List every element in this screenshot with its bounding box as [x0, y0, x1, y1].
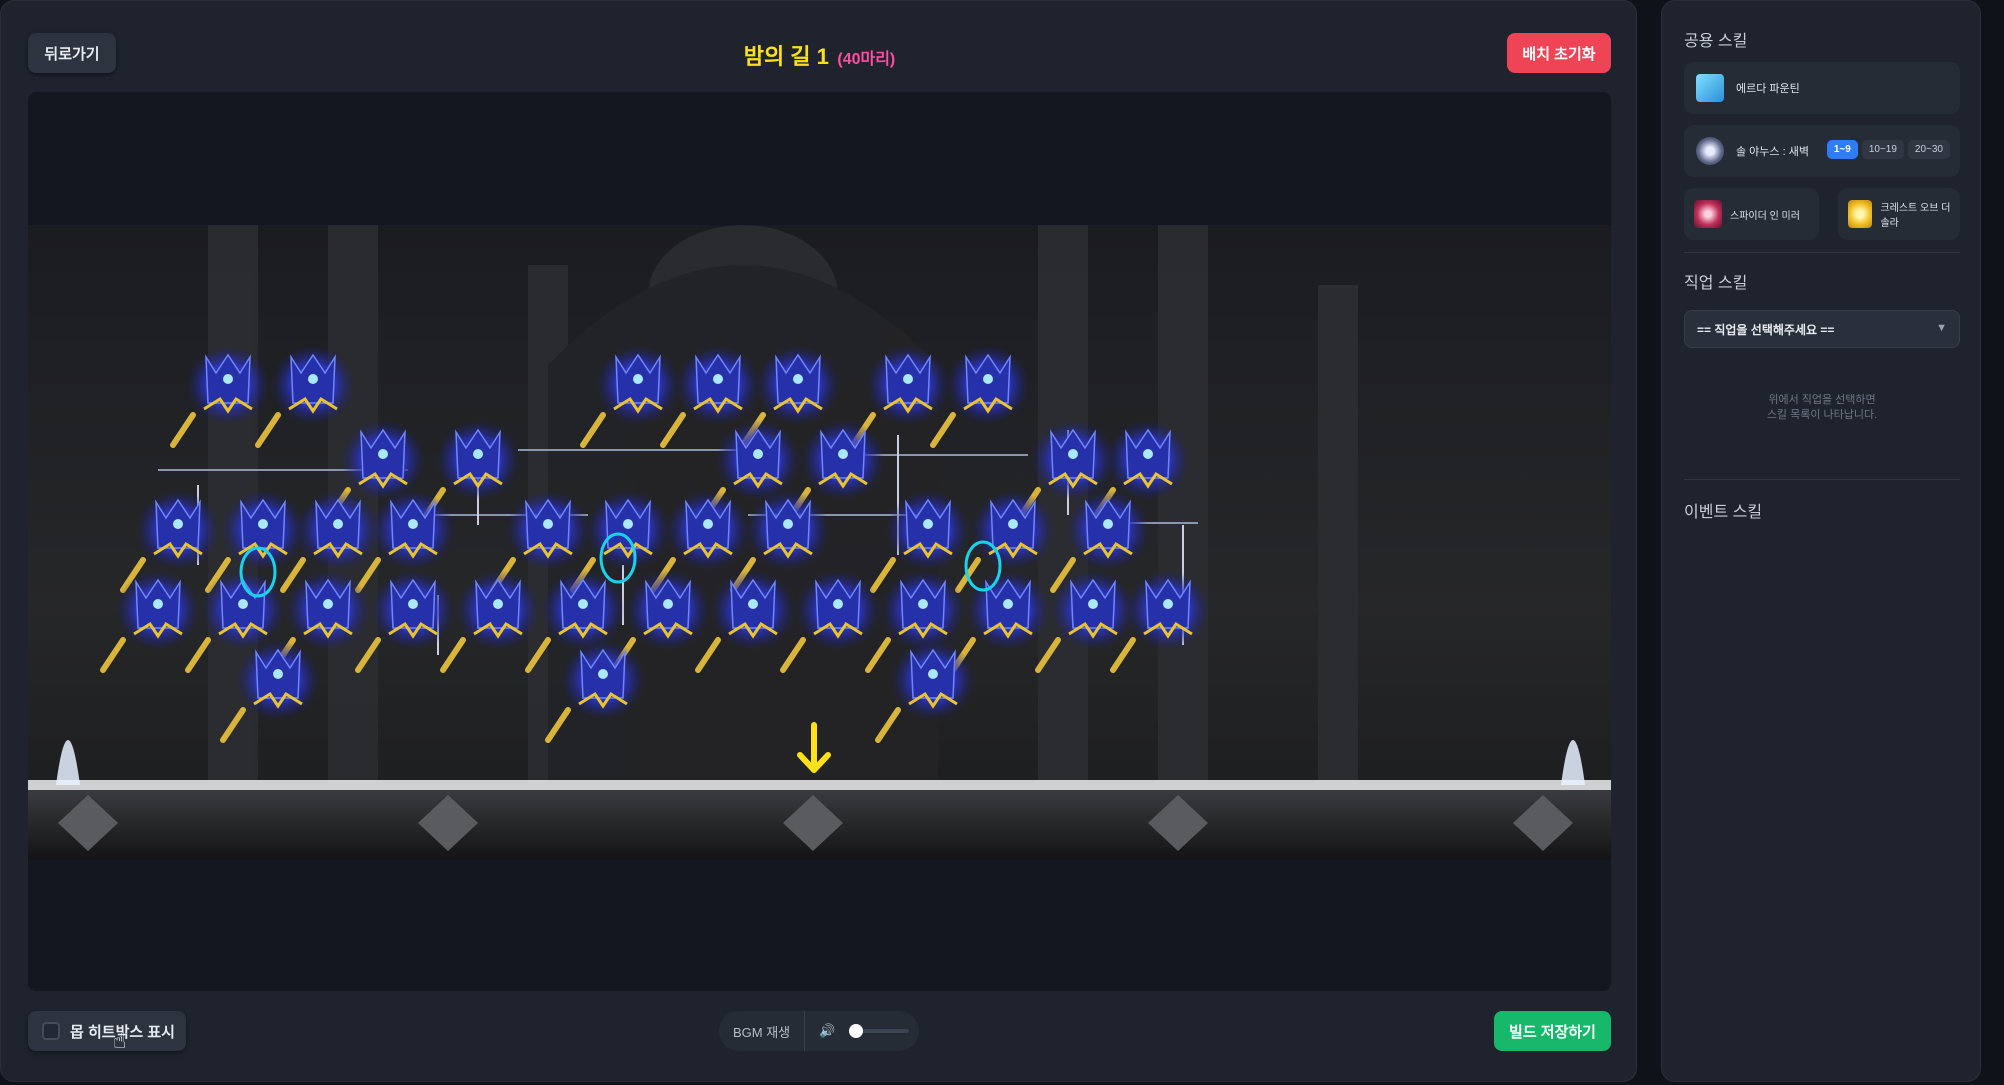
mob-sprite[interactable]: [100, 570, 200, 673]
level-selector: 1~9 10~19 20~30: [1826, 140, 1950, 159]
reset-placement-button[interactable]: 배치 초기화: [1507, 33, 1611, 73]
job-skill-hint: 위에서 직업을 선택하면 스킬 목록이 나타납니다.: [1684, 393, 1960, 423]
event-skills-title: 이벤트 스킬: [1684, 504, 1763, 521]
hitbox-checkbox[interactable]: [42, 1022, 60, 1040]
skill-crest-of-the-solar[interactable]: 크레스트 오브 더 솔라: [1838, 188, 1960, 240]
volume-slider-knob[interactable]: [849, 1024, 864, 1038]
skill-sidebar: 공용 스킬 에르다 파운틴 솔 야누스 : 새벽 1~9 10~19 20~30…: [1661, 0, 1981, 1082]
chevron-down-icon: ▼: [1936, 322, 1947, 334]
skill-spider-in-mirror[interactable]: 스파이더 인 미러: [1684, 188, 1819, 240]
bgm-toggle[interactable]: BGM 재생: [719, 1011, 806, 1051]
volume-slider[interactable]: [849, 1024, 910, 1038]
erda-fountain-icon: [1696, 74, 1724, 102]
mob-sprite[interactable]: [440, 570, 540, 673]
skill-name: 솔 야누스 : 새벽: [1736, 146, 1809, 158]
map-stage[interactable]: [28, 92, 1611, 991]
skill-erda-fountain[interactable]: 에르다 파운틴: [1684, 62, 1960, 114]
sol-janus-dawn-icon: [1696, 137, 1724, 165]
level-10-19-button[interactable]: 10~19: [1861, 140, 1904, 159]
map-editor-panel: 뒤로가기 밤의 길 1 (40마리) 배치 초기화 몹 히트박스 표시 BGM …: [0, 0, 1637, 1082]
fountain-icon: [56, 740, 80, 785]
section-divider: [1684, 252, 1960, 253]
job-select-value: == 직업을 선택해주세요 ==: [1697, 322, 1835, 337]
crest-of-the-solar-icon: [1848, 200, 1873, 228]
mob-hitbox-toggle[interactable]: 몹 히트박스 표시: [28, 1011, 186, 1051]
skill-name: 스파이더 인 미러: [1730, 210, 1800, 222]
mob-sprite[interactable]: [950, 570, 1050, 673]
map-view[interactable]: [28, 225, 1611, 859]
editor-header: 뒤로가기 밤의 길 1 (40마리) 배치 초기화: [28, 33, 1611, 73]
mob-count: (40마리): [837, 51, 896, 68]
common-skills-title: 공용 스킬: [1684, 33, 1748, 50]
hint-line: 위에서 직업을 선택하면: [1768, 394, 1876, 406]
section-divider: [1684, 479, 1960, 480]
level-20-30-button[interactable]: 20~30: [1907, 140, 1950, 159]
job-select-dropdown[interactable]: == 직업을 선택해주세요 == ▼: [1684, 310, 1960, 348]
mob-sprite[interactable]: [930, 345, 1030, 448]
volume-icon[interactable]: 🔊: [819, 1023, 835, 1039]
bgm-control: BGM 재생 🔊: [719, 1011, 919, 1051]
skill-name: 에르다 파운틴: [1736, 83, 1800, 95]
save-build-button[interactable]: 빌드 저장하기: [1494, 1011, 1611, 1051]
map-title: 밤의 길 1 (40마리): [28, 39, 1611, 71]
hand-cursor-icon: ☝: [113, 1028, 127, 1053]
fountain-icon: [1561, 740, 1585, 785]
map-canvas[interactable]: [28, 225, 1611, 859]
hint-line: 스킬 목록이 나타납니다.: [1766, 409, 1878, 421]
spider-in-mirror-icon: [1694, 200, 1722, 228]
job-skills-title: 직업 스킬: [1684, 275, 1748, 292]
skill-name: 크레스트 오브 더 솔라: [1880, 203, 1951, 229]
floor: [28, 780, 1611, 859]
editor-footer: 몹 히트박스 표시 BGM 재생 🔊 빌드 저장하기: [28, 1011, 1611, 1051]
skill-sol-janus-dawn[interactable]: 솔 야누스 : 새벽 1~9 10~19 20~30: [1684, 125, 1960, 177]
map-name: 밤의 길 1: [743, 44, 829, 69]
level-1-9-button[interactable]: 1~9: [1826, 140, 1858, 159]
